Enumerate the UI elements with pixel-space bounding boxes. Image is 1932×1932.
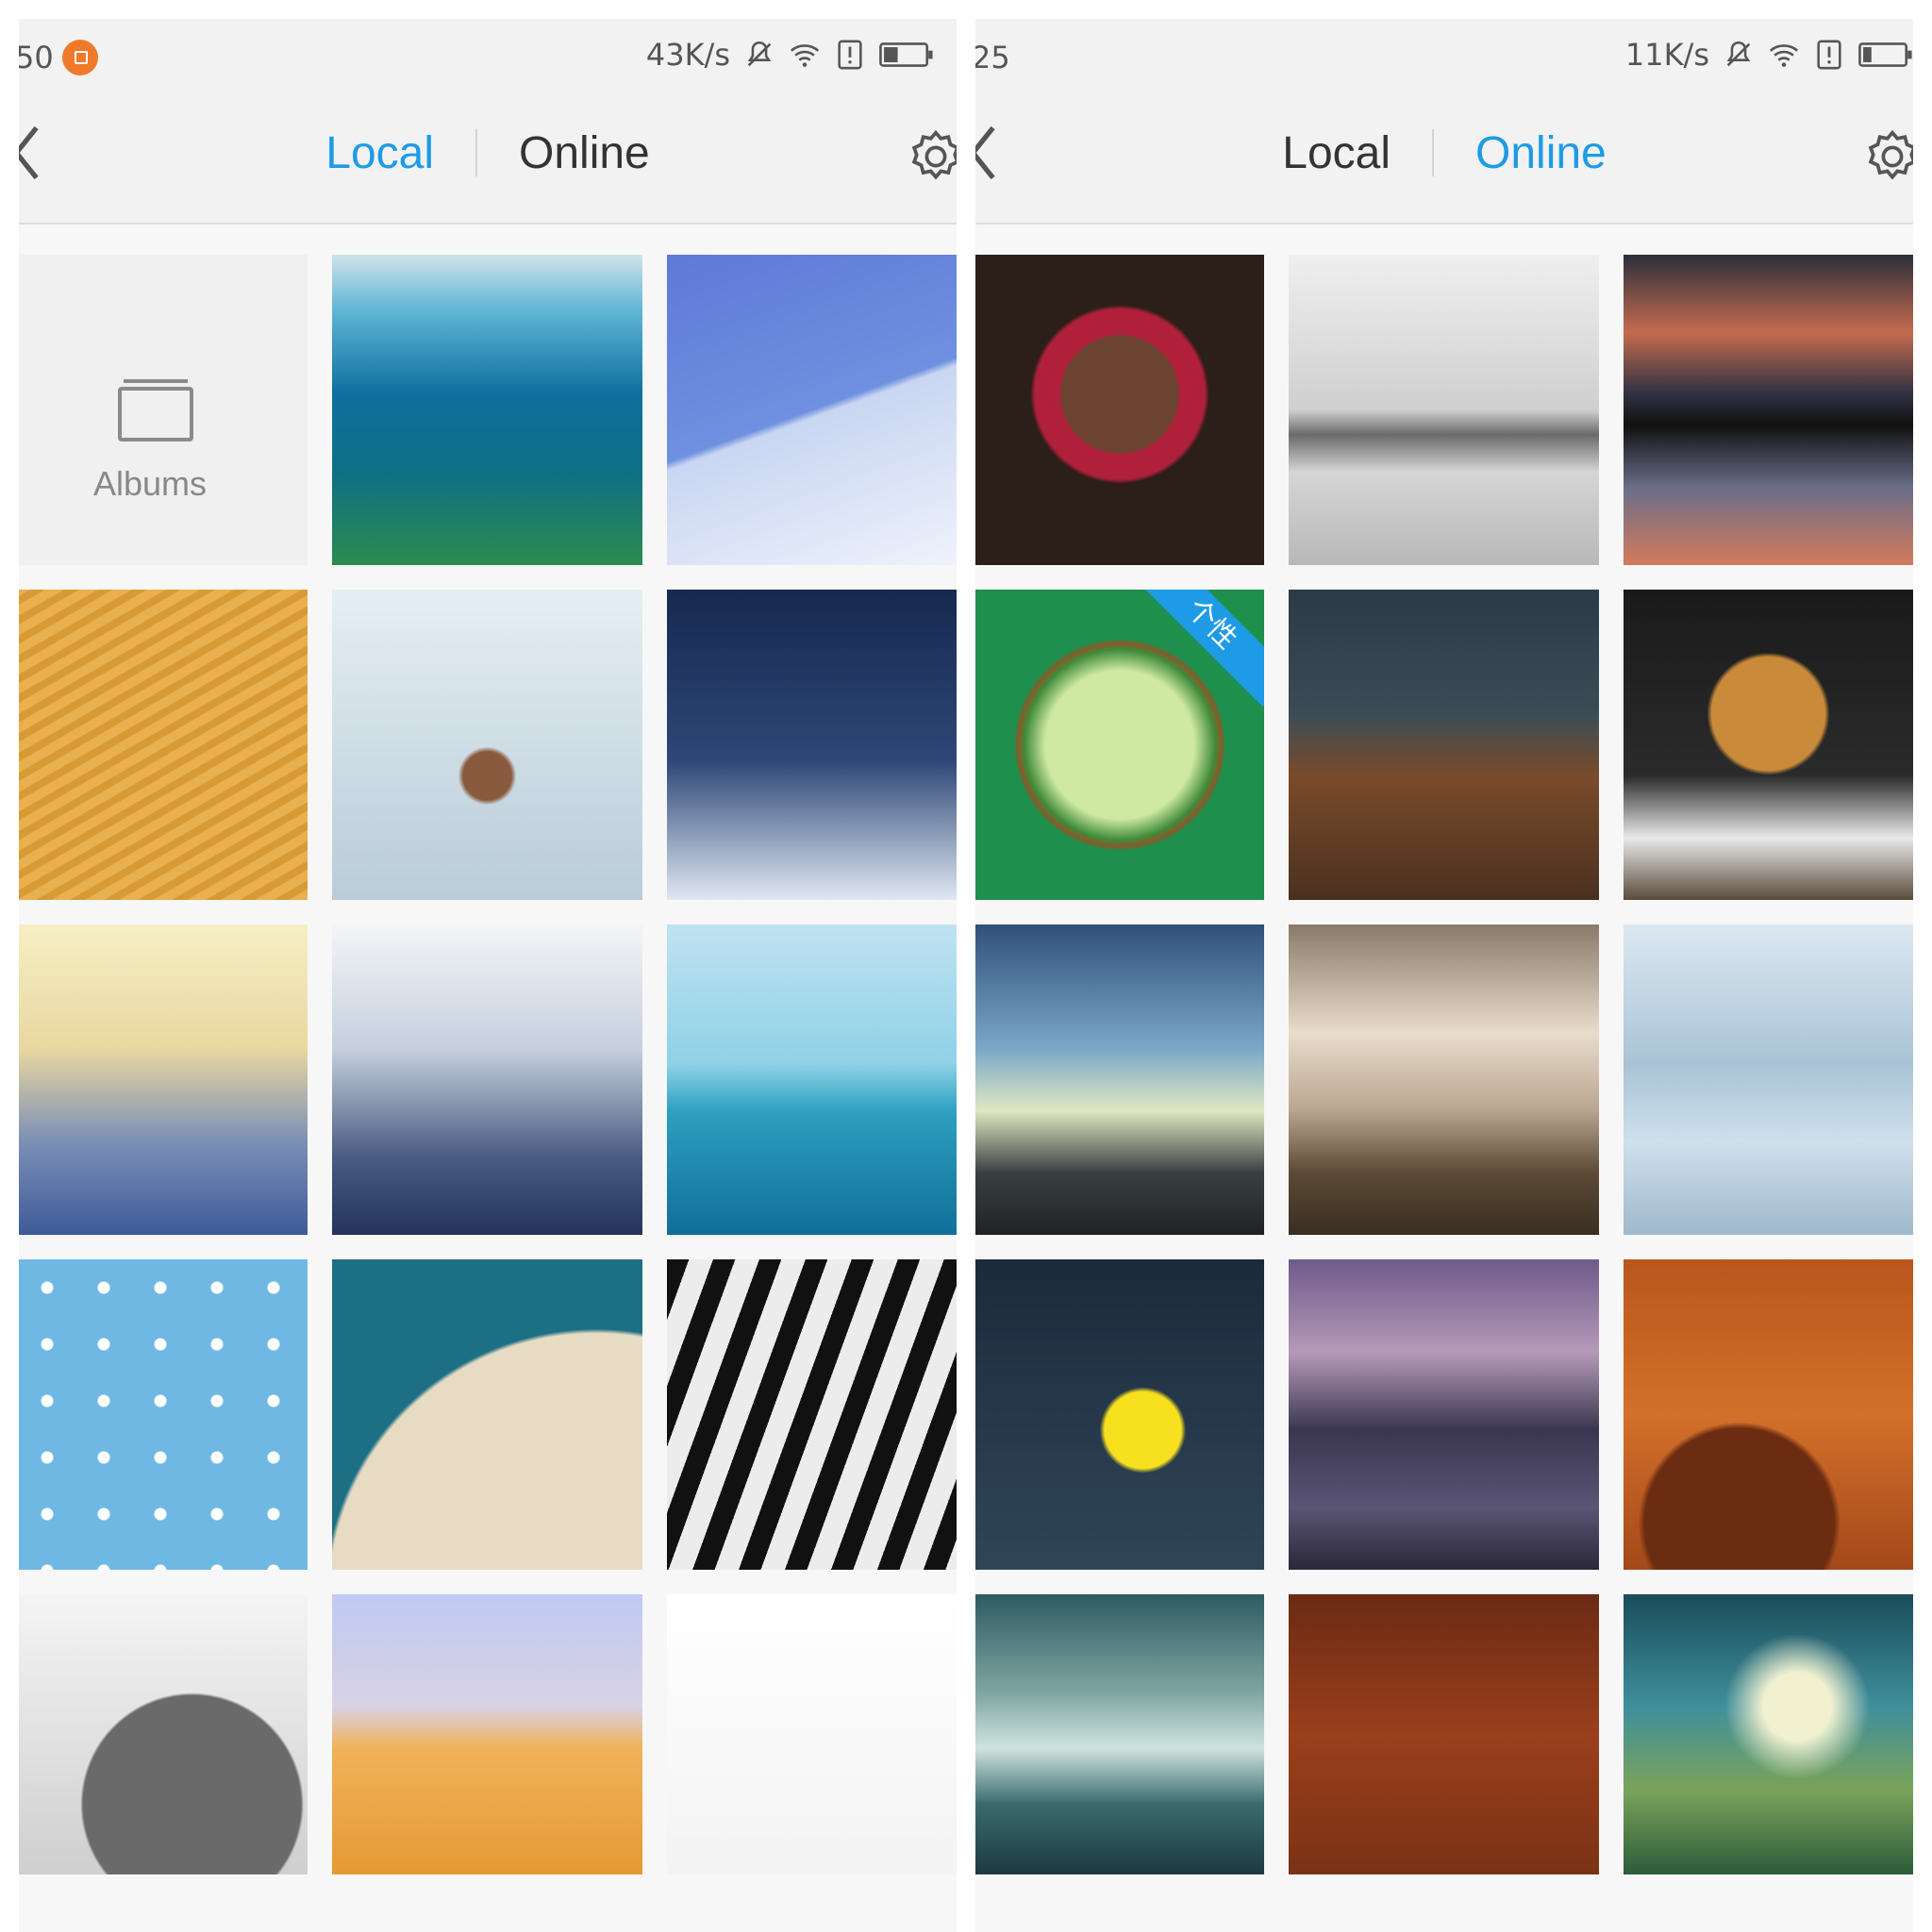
notification-app-icon	[62, 40, 98, 75]
snow-slope-skier-image	[667, 255, 957, 565]
sunglasses-on-hat-thumbnail[interactable]	[332, 1259, 642, 1570]
sea-waves-mono-thumbnail[interactable]	[332, 924, 642, 1235]
fog-person-water-image	[1624, 924, 1913, 1235]
deer-in-frost-thumbnail[interactable]	[332, 590, 642, 900]
tab-online[interactable]: Online	[477, 127, 691, 179]
ice-cream-raspberries-image	[975, 255, 1264, 565]
tab-local[interactable]: Local	[1241, 127, 1432, 179]
mountain-figure-sunset-image	[1289, 924, 1599, 1235]
camels-desert-thumbnail[interactable]	[332, 1594, 642, 1874]
zebra-closeup-thumbnail[interactable]	[667, 1259, 957, 1570]
top-navigation-bar: Local Online	[19, 83, 957, 225]
tab-switcher: Local Online	[19, 83, 957, 223]
lake-sunset-mountains-thumbnail[interactable]	[1624, 255, 1913, 565]
snowy-branches-birds-image	[667, 1594, 957, 1874]
misty-forest-person-thumbnail[interactable]	[975, 1594, 1264, 1874]
wallpaper-screen-local: 50 43K/s Local Online Albums	[19, 19, 957, 1932]
sky-water-horizon-image	[667, 924, 957, 1235]
painted-storm-landscape-thumbnail[interactable]	[1624, 1594, 1913, 1874]
status-bar: 50 43K/s	[19, 19, 957, 83]
zebras-red-earth-thumbnail[interactable]	[1289, 1594, 1599, 1874]
yellow-flower-dark-image	[975, 1259, 1264, 1570]
mountain-peak-dusk-image	[667, 590, 957, 900]
network-speed: 43K/s	[645, 37, 730, 73]
sim-alert-icon	[1817, 40, 1841, 70]
cat-and-butterfly-thumbnail[interactable]	[19, 1594, 308, 1874]
top-navigation-bar: Local Online	[975, 83, 1913, 225]
battery-icon	[879, 42, 933, 67]
misty-forest-person-image	[975, 1594, 1264, 1874]
wifi-icon	[1769, 44, 1799, 67]
settings-gear-icon[interactable]	[906, 126, 957, 187]
tab-switcher: Local Online	[975, 83, 1913, 223]
painted-storm-landscape-image	[1624, 1594, 1913, 1874]
flowers-on-blue-thumbnail[interactable]	[19, 1259, 308, 1570]
battery-icon	[1858, 42, 1912, 67]
mountain-peak-dusk-thumbnail[interactable]	[667, 590, 957, 900]
sky-water-horizon-thumbnail[interactable]	[667, 924, 957, 1235]
albums-label: Albums	[92, 464, 208, 503]
purple-mountain-lake-thumbnail[interactable]	[1289, 1259, 1599, 1570]
status-bar: 25 11K/s	[975, 19, 1913, 83]
settings-gear-icon[interactable]	[1862, 126, 1913, 187]
snowy-branches-birds-thumbnail[interactable]	[667, 1594, 957, 1874]
mountain-figure-sunset-thumbnail[interactable]	[1289, 924, 1599, 1235]
parliament-mono-thumbnail[interactable]	[1289, 255, 1599, 565]
zebra-closeup-image	[667, 1259, 957, 1570]
misty-hills-thumbnail[interactable]	[19, 924, 308, 1235]
bell-muted-icon	[1726, 41, 1751, 67]
sim-alert-icon	[838, 40, 862, 70]
wifi-icon	[790, 44, 820, 67]
cheetahs-orange-thumbnail[interactable]	[1624, 1259, 1913, 1570]
status-time: 50	[19, 40, 54, 75]
flowers-on-blue-image	[19, 1259, 308, 1570]
bike-jump-sky-image	[975, 924, 1264, 1235]
snow-slope-skier-thumbnail[interactable]	[667, 255, 957, 565]
albums-tile[interactable]: Albums	[19, 255, 308, 565]
misty-hills-image	[19, 924, 308, 1235]
status-time: 25	[975, 40, 1010, 75]
cat-and-butterfly-image	[19, 1594, 308, 1874]
ocean-wave-image	[332, 255, 642, 565]
lake-sunset-mountains-image	[1624, 255, 1913, 565]
cheetahs-orange-image	[1624, 1259, 1913, 1570]
forest-theme-badge-thumbnail[interactable]: 个性	[975, 590, 1264, 900]
network-speed: 11K/s	[1624, 37, 1709, 73]
deer-in-frost-image	[332, 590, 642, 900]
bike-jump-sky-thumbnail[interactable]	[975, 924, 1264, 1235]
sunglasses-on-hat-image	[332, 1259, 642, 1570]
parliament-mono-image	[1289, 255, 1599, 565]
wallpaper-screen-online: 25 11K/s Local Online 个性	[975, 19, 1913, 1932]
fog-person-water-thumbnail[interactable]	[1624, 924, 1913, 1235]
yellow-flower-dark-thumbnail[interactable]	[975, 1259, 1264, 1570]
tab-online[interactable]: Online	[1434, 127, 1648, 179]
bell-muted-icon	[747, 41, 772, 67]
golden-field-harvester-thumbnail[interactable]	[19, 590, 308, 900]
ship-in-bottle-books-image	[1289, 590, 1599, 900]
waffles-berries-image	[1624, 590, 1913, 900]
tab-local[interactable]: Local	[284, 127, 475, 179]
ocean-wave-thumbnail[interactable]	[332, 255, 642, 565]
album-folder-icon	[118, 379, 193, 441]
zebras-red-earth-image	[1289, 1594, 1599, 1874]
ice-cream-raspberries-thumbnail[interactable]	[975, 255, 1264, 565]
camels-desert-image	[332, 1594, 642, 1874]
golden-field-harvester-image	[19, 590, 308, 900]
ship-in-bottle-books-thumbnail[interactable]	[1289, 590, 1599, 900]
purple-mountain-lake-image	[1289, 1259, 1599, 1570]
sea-waves-mono-image	[332, 924, 642, 1235]
waffles-berries-thumbnail[interactable]	[1624, 590, 1913, 900]
